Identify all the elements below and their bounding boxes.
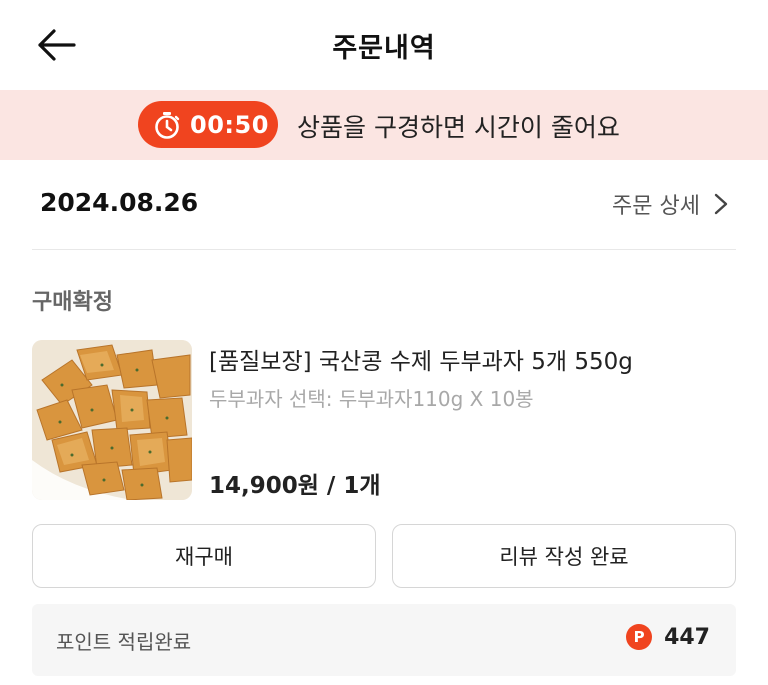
timer-time: 00:50	[190, 110, 269, 139]
header: 주문내역	[0, 0, 768, 90]
order-detail-label: 주문 상세	[612, 194, 700, 219]
points-value: 447	[664, 624, 710, 650]
product-name[interactable]: [품질보장] 국산콩 수제 두부과자 5개 550g	[209, 342, 633, 376]
order-date: 2024.08.26	[40, 188, 199, 217]
product-price: 14,900원 / 1개	[209, 473, 381, 499]
rebuy-button[interactable]: 재구매	[32, 524, 376, 588]
stopwatch-icon	[155, 111, 180, 139]
points-value-group: P 447	[626, 624, 710, 650]
order-status: 구매확정	[32, 290, 113, 315]
review-complete-button[interactable]: 리뷰 작성 완료	[392, 524, 736, 588]
points-panel: 포인트 적립완료 P 447	[32, 604, 736, 676]
product-image[interactable]	[32, 340, 192, 500]
order-detail-link[interactable]: 주문 상세	[612, 188, 732, 220]
timer-message: 상품을 구경하면 시간이 줄어요	[297, 113, 620, 142]
timer-badge: 00:50	[138, 101, 278, 148]
chevron-right-icon	[714, 193, 728, 215]
tofu-snack-image	[32, 340, 192, 500]
product-option: 두부과자 선택: 두부과자110g X 10봉	[209, 387, 534, 411]
divider	[32, 249, 736, 250]
point-icon: P	[626, 624, 653, 650]
points-label: 포인트 적립완료	[56, 630, 192, 654]
page-title: 주문내역	[332, 33, 436, 64]
